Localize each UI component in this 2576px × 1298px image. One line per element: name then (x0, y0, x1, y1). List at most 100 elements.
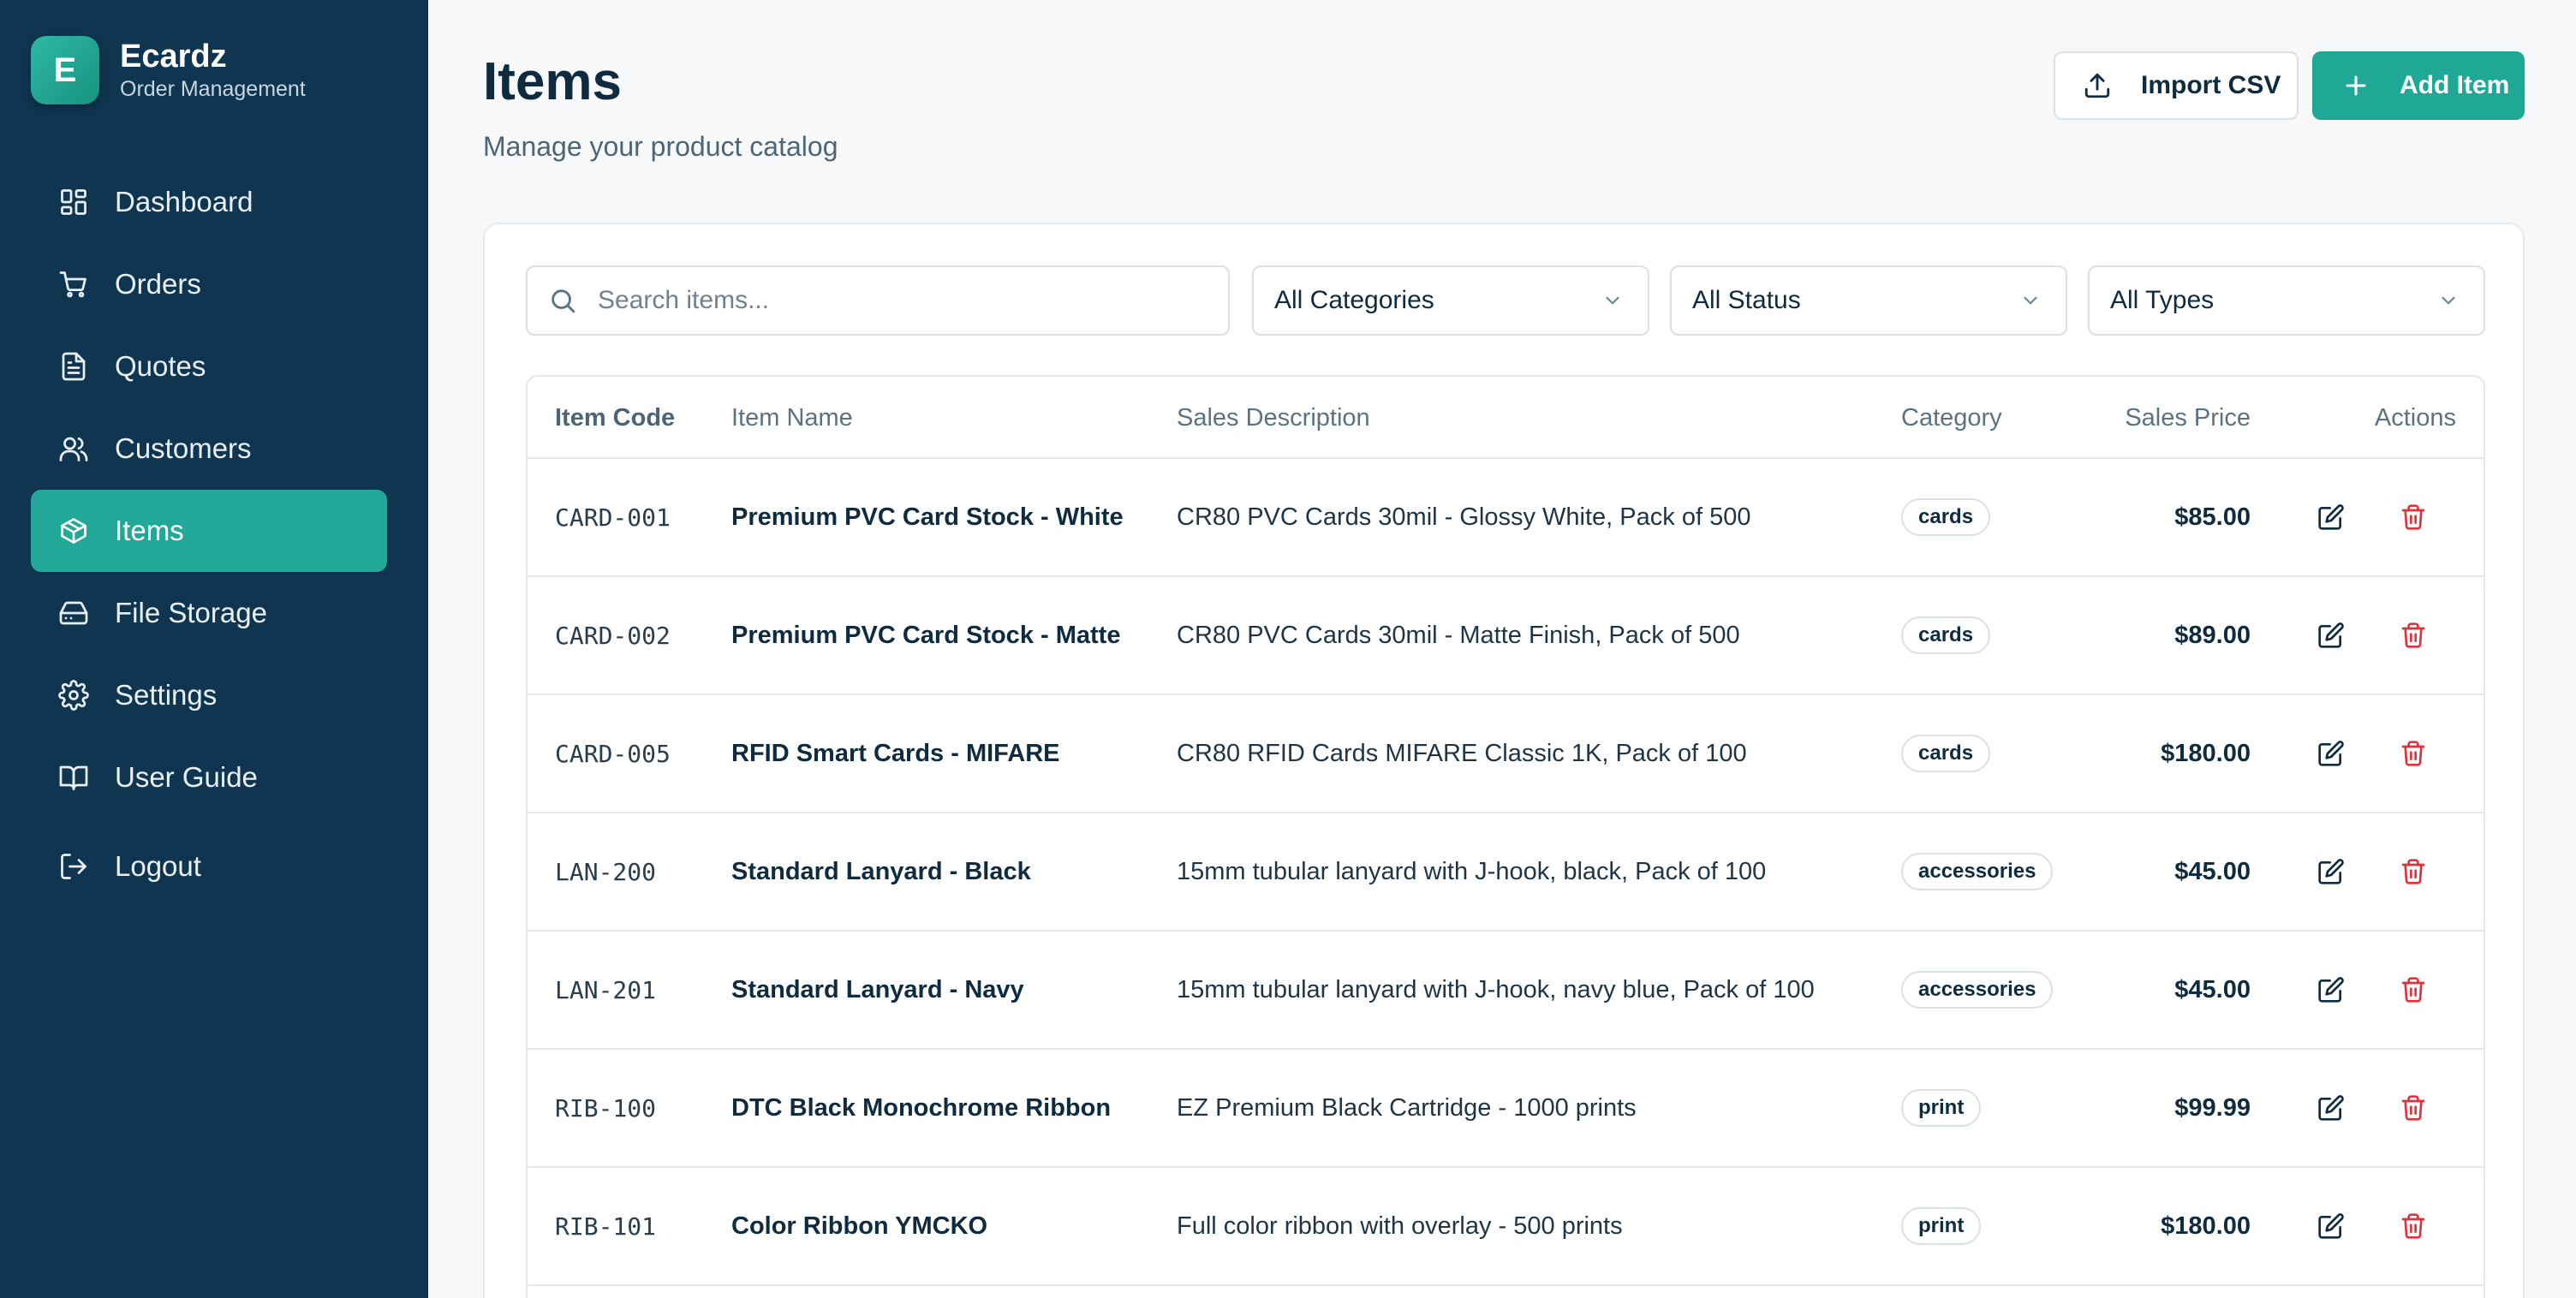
import-csv-label: Import CSV (2141, 71, 2281, 99)
item-price: $85.00 (2174, 503, 2251, 531)
sidebar-item-label: User Guide (115, 761, 258, 793)
users-icon (58, 433, 89, 464)
category-badge: cards (1901, 616, 1991, 654)
column-header-sales-description[interactable]: Sales Description (1177, 377, 1370, 459)
edit-icon[interactable] (2316, 813, 2346, 930)
item-price: $99.99 (2174, 1093, 2251, 1122)
search-icon (548, 286, 577, 315)
column-header-actions: Actions (2374, 404, 2456, 432)
brand-name: Ecardz (120, 39, 227, 74)
table-row[interactable]: CARD-002 Premium PVC Card Stock - Matte … (528, 577, 2484, 695)
item-code: RIB-101 (555, 1212, 657, 1241)
category-badge: cards (1901, 735, 1991, 772)
item-name: Standard Lanyard - Navy (731, 975, 1024, 1003)
item-code: CARD-002 (555, 621, 671, 650)
table-row[interactable]: CARD-005 RFID Smart Cards - MIFARE CR80 … (528, 695, 2484, 813)
sidebar-item-user-guide[interactable]: User Guide (31, 736, 387, 819)
category-badge: print (1901, 1207, 1982, 1245)
item-description: 15mm tubular lanyard with J-hook, navy b… (1177, 975, 1815, 1003)
edit-icon[interactable] (2316, 695, 2346, 812)
item-name: DTC Black Monochrome Ribbon (731, 1093, 1112, 1122)
item-name: Premium PVC Card Stock - White (731, 503, 1124, 531)
trash-icon[interactable] (2398, 1168, 2429, 1284)
sidebar-item-label: Orders (115, 268, 201, 300)
edit-icon[interactable] (2316, 459, 2346, 575)
trash-icon[interactable] (2398, 932, 2429, 1048)
sidebar-item-customers[interactable]: Customers (31, 408, 387, 490)
sidebar-item-label: Settings (115, 679, 218, 711)
item-price: $180.00 (2161, 739, 2251, 767)
item-description: EZ Premium Black Cartridge - 1000 prints (1177, 1093, 1637, 1122)
import-csv-button[interactable]: Import CSV (2054, 51, 2299, 120)
edit-icon[interactable] (2316, 932, 2346, 1048)
chevron-down-icon (2019, 289, 2042, 312)
chevron-down-icon (1601, 289, 1624, 312)
trash-icon[interactable] (2398, 459, 2429, 575)
item-description: CR80 RFID Cards MIFARE Classic 1K, Pack … (1177, 739, 1747, 767)
table-row[interactable]: CARD-001 Premium PVC Card Stock - White … (528, 459, 2484, 577)
trash-icon[interactable] (2398, 813, 2429, 930)
package-icon (58, 515, 89, 546)
page-subtitle: Manage your product catalog (483, 131, 838, 162)
sidebar-item-items[interactable]: Items (31, 490, 387, 572)
edit-icon[interactable] (2316, 1168, 2346, 1284)
sidebar-item-label: File Storage (115, 597, 267, 628)
logout-icon (58, 851, 89, 882)
add-item-button[interactable]: Add Item (2312, 51, 2525, 120)
dashboard-icon (58, 187, 89, 217)
table-row[interactable]: LAN-200 Standard Lanyard - Black 15mm tu… (528, 813, 2484, 932)
table-row[interactable]: LAN-201 Standard Lanyard - Navy 15mm tub… (528, 932, 2484, 1050)
item-description: CR80 PVC Cards 30mil - Matte Finish, Pac… (1177, 621, 1740, 649)
sidebar-item-quotes[interactable]: Quotes (31, 325, 387, 408)
trash-icon[interactable] (2398, 1050, 2429, 1166)
category-badge: cards (1901, 498, 1991, 536)
item-name: RFID Smart Cards - MIFARE (731, 739, 1060, 767)
table-header: Item Code Item Name Sales Description Ca… (528, 377, 2484, 459)
column-header-item-name[interactable]: Item Name (731, 377, 853, 459)
sidebar-nav: Dashboard Orders Quotes Customers Items (31, 161, 387, 908)
item-name: Standard Lanyard - Black (731, 857, 1031, 885)
sidebar-item-label: Logout (115, 850, 201, 882)
column-header-sales-price[interactable]: Sales Price (2125, 377, 2251, 459)
sidebar-item-file-storage[interactable]: File Storage (31, 572, 387, 654)
sidebar-item-logout[interactable]: Logout (31, 825, 387, 908)
brand-subtitle: Order Management (120, 77, 306, 101)
upload-icon (2083, 71, 2112, 100)
item-description: 15mm tubular lanyard with J-hook, black,… (1177, 857, 1767, 885)
item-code: CARD-005 (555, 739, 671, 768)
item-price: $45.00 (2174, 857, 2251, 885)
item-price: $180.00 (2161, 1212, 2251, 1240)
sidebar-item-dashboard[interactable]: Dashboard (31, 161, 387, 243)
trash-icon[interactable] (2398, 695, 2429, 812)
table-row[interactable]: RIB-101 Color Ribbon YMCKO Full color ri… (528, 1168, 2484, 1286)
sidebar: E Ecardz Order Management Dashboard Orde… (0, 0, 428, 1298)
sidebar-item-orders[interactable]: Orders (31, 243, 387, 325)
gear-icon (58, 680, 89, 711)
document-icon (58, 351, 89, 382)
chevron-down-icon (2437, 289, 2460, 312)
search-input[interactable] (598, 286, 1197, 315)
book-icon (58, 762, 89, 793)
edit-icon[interactable] (2316, 577, 2346, 694)
items-table: Item Code Item Name Sales Description Ca… (526, 375, 2485, 1298)
plus-icon (2341, 71, 2370, 100)
table-row[interactable]: RIB-100 DTC Black Monochrome Ribbon EZ P… (528, 1050, 2484, 1168)
trash-icon[interactable] (2398, 577, 2429, 694)
brand[interactable]: E Ecardz Order Management (31, 36, 306, 104)
item-description: Full color ribbon with overlay - 500 pri… (1177, 1212, 1623, 1240)
category-badge: accessories (1901, 853, 2054, 890)
edit-icon[interactable] (2316, 1050, 2346, 1166)
cart-icon (58, 269, 89, 300)
type-select[interactable]: All Types (2088, 265, 2485, 336)
category-select[interactable]: All Categories (1252, 265, 1649, 336)
search-box[interactable] (526, 265, 1230, 336)
column-header-category[interactable]: Category (1901, 377, 2002, 459)
brand-logo: E (31, 36, 99, 104)
sidebar-item-settings[interactable]: Settings (31, 654, 387, 736)
category-select-value: All Categories (1274, 286, 1434, 314)
type-select-value: All Types (2110, 286, 2215, 314)
status-select[interactable]: All Status (1670, 265, 2067, 336)
sidebar-item-label: Quotes (115, 350, 206, 382)
column-header-item-code[interactable]: Item Code (555, 377, 675, 459)
add-item-label: Add Item (2400, 71, 2510, 99)
